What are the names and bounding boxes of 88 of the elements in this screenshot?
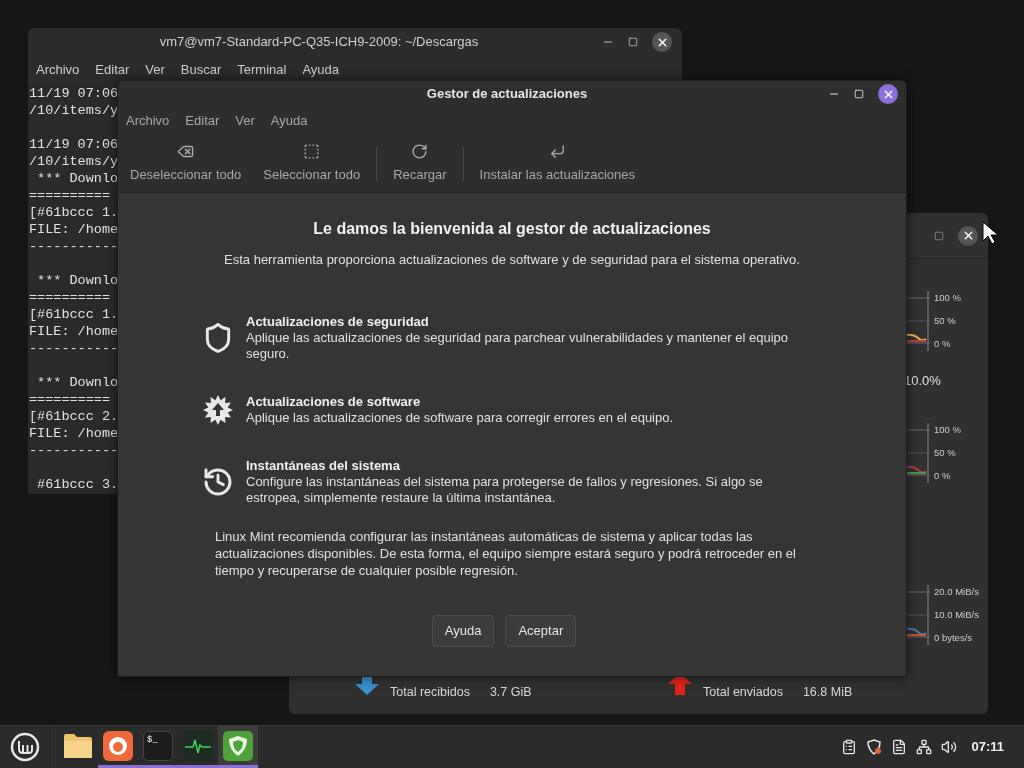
window-title: vm7@vm7-Standard-PC-Q35-ICH9-2009: ~/Descargas [158, 33, 480, 52]
taskbar-app[interactable] [218, 726, 258, 768]
axis-label: 0 bytes/s [934, 630, 974, 645]
terminal-line: [#61bccc 2. [29, 409, 119, 424]
feature-title: Instantáneas del sistema [246, 457, 401, 474]
graph-drawing [904, 422, 930, 483]
welcome-subtitle: Esta herramienta proporciona actualizaciones de software y de seguridad para el sistema operativo. [223, 251, 801, 269]
graph-drawing [904, 291, 930, 351]
terminal-line: ========== [29, 392, 110, 407]
browser-icon [103, 730, 133, 761]
terminal-line: FILE: /home [29, 222, 119, 237]
document-icon[interactable] [891, 739, 908, 755]
terminal-line: 11/19 07:06 [29, 86, 119, 101]
graph-drawing [904, 584, 930, 645]
clipboard-icon[interactable] [841, 739, 858, 755]
reload-icon [411, 142, 429, 160]
axis-label: 50 % [934, 445, 957, 460]
toolbar-button[interactable]: Instalar las actualizaciones [473, 140, 641, 187]
cpu-reading: 10.0% [904, 372, 942, 390]
dialog-button[interactable]: Ayuda [431, 614, 495, 647]
terminal-icon: $_ [143, 730, 173, 761]
terminal-line: *** Downlo [36, 273, 119, 288]
terminal-line: ========== [29, 290, 110, 305]
close-button[interactable] [958, 225, 978, 246]
menu-item[interactable]: Editar [185, 111, 220, 131]
axis-label: 0 % [934, 337, 952, 351]
maximize-icon[interactable] [628, 37, 638, 47]
feature-description: Configure las instantáneas del sistema para protegerse de fallos y regresiones. Si algo se estropea, simplemente restaure la última instantánea. [246, 473, 764, 506]
terminal-line: ========== [29, 188, 110, 203]
terminal-line: FILE: /home [29, 426, 119, 441]
feature-title: Actualizaciones de seguridad [246, 313, 430, 330]
menu-item[interactable]: Ver [145, 60, 165, 80]
volume-icon[interactable] [941, 739, 958, 755]
terminal-line: /10/items/y [29, 154, 119, 169]
total-label: Total enviados [703, 684, 783, 700]
dialog-button[interactable]: Aceptar [505, 614, 577, 647]
network-icon[interactable] [916, 739, 933, 755]
recommendation-text: Linux Mint recomienda configurar las instantáneas automáticas de sistema y aplicar todas las actualizaciones disponibles. De esta forma, el equipo siempre estará seguro y podrá retroceder en el tiempo y recuperarse de cualquier posible regresión. [215, 527, 797, 579]
mint-logo-icon[interactable] [9, 732, 40, 762]
terminal-line: ----------- [29, 341, 119, 356]
axis-label: 100 % [934, 422, 961, 437]
shield-icon[interactable] [866, 739, 883, 755]
star-arrow-icon [202, 393, 234, 426]
welcome-heading: Le damos la bienvenida al gestor de actualizaciones [312, 219, 712, 239]
maximize-icon[interactable] [934, 230, 944, 241]
menu-item[interactable]: Ayuda [302, 60, 340, 80]
terminal-line: ----------- [29, 239, 119, 254]
total-value: 16.8 MiB [802, 684, 853, 700]
terminal-line: *** Downlo [36, 171, 119, 186]
terminal-line: /10/items/y [29, 103, 119, 118]
folder-icon [63, 731, 93, 760]
terminal-line: 11/19 07:06 [29, 137, 119, 152]
menu-item[interactable]: Ayuda [270, 111, 308, 131]
terminal-line: [#61bccc 1. [29, 205, 119, 220]
feature-title: Actualizaciones de software [246, 393, 422, 410]
menu-item[interactable]: Buscar [180, 60, 222, 80]
dashed-square-icon [303, 142, 321, 160]
close-button[interactable] [878, 84, 898, 104]
menu-item[interactable]: Archivo [36, 60, 80, 80]
feature-description: Aplique las actualizaciones de software para corregir errores en el equipo. [246, 409, 675, 426]
terminal-line: ----------- [29, 443, 119, 458]
return-arrow-icon [548, 142, 566, 160]
shield-icon [223, 730, 253, 761]
terminal-line: [#61bccc 1. [29, 307, 119, 322]
terminal-line: #61bccc 3. [36, 477, 119, 492]
toolbar-button[interactable]: Deseleccionar todo [124, 140, 248, 187]
menu-item[interactable]: Terminal [237, 60, 287, 80]
window-title: Gestor de actualizaciones [425, 85, 589, 104]
toolbar-button[interactable]: Recargar [387, 140, 453, 187]
clock[interactable]: 07:11 [971, 737, 1004, 757]
pulse-icon [183, 730, 213, 761]
menu-item[interactable]: Archivo [126, 111, 170, 131]
cursor-icon [982, 221, 1000, 245]
axis-label: 0 % [934, 468, 952, 483]
close-button[interactable] [652, 32, 672, 52]
axis-label: 100 % [934, 291, 961, 305]
axis-label: 10.0 MiB/s [934, 607, 979, 622]
axis-label: 50 % [934, 314, 957, 328]
total-label: Total recibidos [390, 684, 470, 700]
menu-item[interactable]: Ver [235, 111, 255, 131]
axis-label: 20.0 MiB/s [934, 584, 979, 599]
terminal-line: *** Downlo [36, 375, 119, 390]
total-value: 3.7 GiB [489, 684, 532, 700]
menu-item[interactable]: Editar [95, 60, 130, 80]
terminal-line: FILE: /home [29, 324, 119, 339]
feature-description: Aplique las actualizaciones de seguridad para parchear vulnerabilidades y mantener el equipo seguro. [246, 329, 789, 362]
taskbar-app[interactable]: $_ [138, 726, 178, 768]
toolbar-button[interactable]: Seleccionar todo [257, 140, 367, 187]
